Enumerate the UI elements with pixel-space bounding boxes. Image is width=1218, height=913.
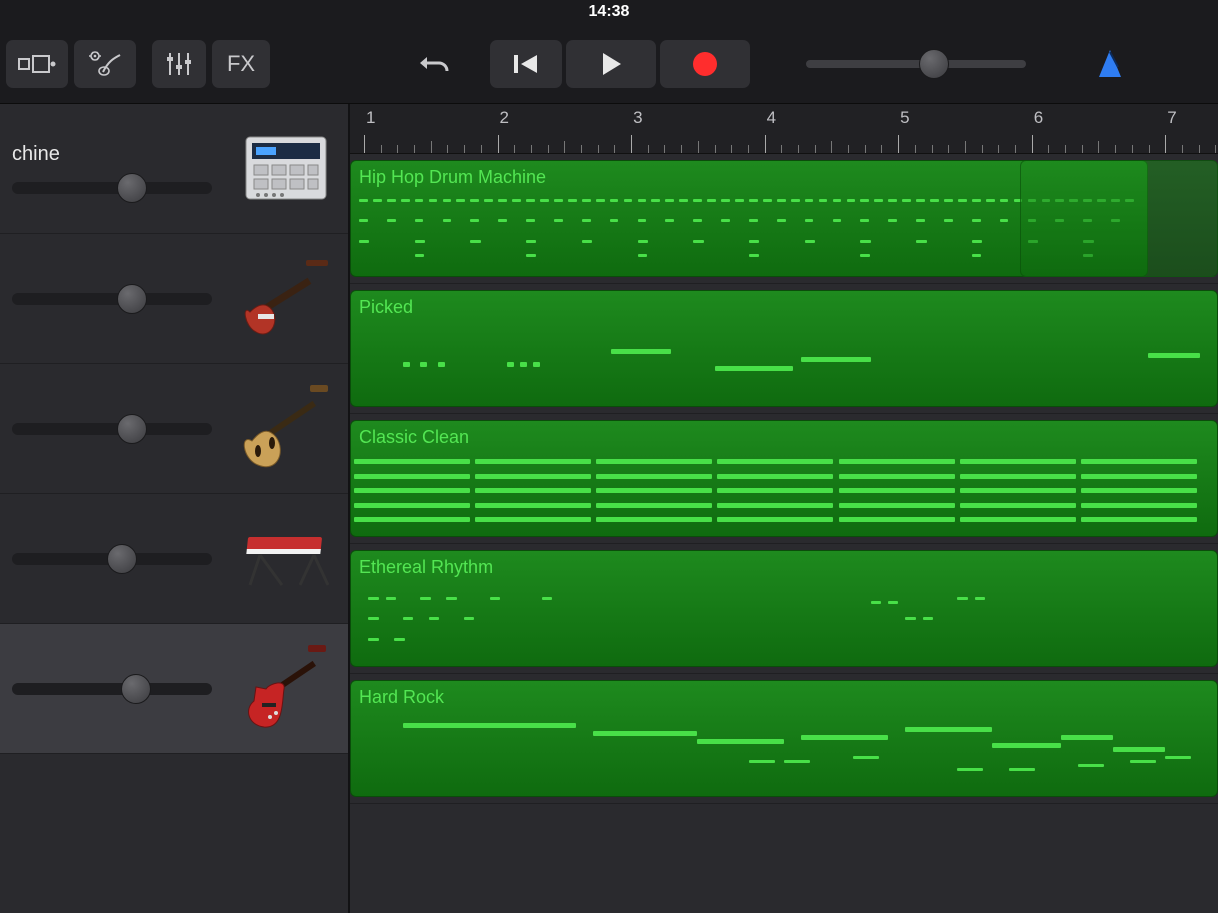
rewind-button[interactable] bbox=[490, 40, 562, 88]
fx-button[interactable]: FX bbox=[212, 40, 270, 88]
region-label: Hard Rock bbox=[359, 687, 1209, 708]
electric-guitar-icon bbox=[236, 639, 336, 739]
timeline-area[interactable]: 1234567 Hip Hop Drum Machine Picked Clas… bbox=[350, 104, 1218, 913]
track-volume-slider[interactable] bbox=[12, 182, 212, 194]
track-region-lane[interactable]: Hip Hop Drum Machine bbox=[350, 154, 1218, 284]
drum-machine-icon bbox=[236, 119, 336, 219]
record-button[interactable] bbox=[660, 40, 750, 88]
track-header-row[interactable] bbox=[0, 624, 348, 754]
track-volume-thumb[interactable] bbox=[117, 414, 147, 444]
track-name-label: chine bbox=[12, 143, 236, 166]
status-time: 14:38 bbox=[589, 3, 630, 20]
toolbar: FX bbox=[0, 24, 1218, 104]
midi-region[interactable]: Hard Rock bbox=[350, 680, 1218, 797]
metronome-button[interactable] bbox=[1082, 40, 1138, 88]
track-volume-thumb[interactable] bbox=[117, 284, 147, 314]
track-header-panel: chine bbox=[0, 104, 350, 913]
master-volume-thumb[interactable] bbox=[919, 49, 949, 79]
midi-region[interactable]: Classic Clean bbox=[350, 420, 1218, 537]
track-volume-thumb[interactable] bbox=[117, 173, 147, 203]
timeline-ruler[interactable]: 1234567 bbox=[350, 104, 1218, 154]
region-label: Ethereal Rhythm bbox=[359, 557, 1209, 578]
keyboard-icon bbox=[236, 509, 336, 609]
instrument-settings-button[interactable] bbox=[74, 40, 136, 88]
bass-guitar-icon bbox=[236, 249, 336, 349]
track-header-row[interactable]: chine bbox=[0, 104, 348, 234]
midi-region-section[interactable] bbox=[1020, 160, 1218, 277]
track-header-row[interactable] bbox=[0, 234, 348, 364]
track-region-lane[interactable]: Classic Clean bbox=[350, 414, 1218, 544]
track-volume-slider[interactable] bbox=[12, 553, 212, 565]
status-bar: 14:38 bbox=[0, 0, 1218, 24]
midi-region[interactable]: Ethereal Rhythm bbox=[350, 550, 1218, 667]
track-volume-slider[interactable] bbox=[12, 683, 212, 695]
mixer-button[interactable] bbox=[152, 40, 206, 88]
track-volume-thumb[interactable] bbox=[107, 544, 137, 574]
master-volume-slider[interactable] bbox=[806, 60, 1026, 68]
track-volume-thumb[interactable] bbox=[121, 674, 151, 704]
region-label: Classic Clean bbox=[359, 427, 1209, 448]
track-volume-slider[interactable] bbox=[12, 423, 212, 435]
undo-button[interactable] bbox=[402, 40, 466, 88]
track-volume-slider[interactable] bbox=[12, 293, 212, 305]
track-header-row[interactable] bbox=[0, 364, 348, 494]
play-button[interactable] bbox=[566, 40, 656, 88]
track-region-lane[interactable]: Hard Rock bbox=[350, 674, 1218, 804]
semi-hollow-guitar-icon bbox=[236, 379, 336, 479]
region-label: Picked bbox=[359, 297, 1209, 318]
track-region-lane[interactable]: Picked bbox=[350, 284, 1218, 414]
fx-label: FX bbox=[215, 51, 267, 77]
view-browser-button[interactable] bbox=[6, 40, 68, 88]
track-region-lane[interactable]: Ethereal Rhythm bbox=[350, 544, 1218, 674]
midi-region[interactable]: Picked bbox=[350, 290, 1218, 407]
track-header-row[interactable] bbox=[0, 494, 348, 624]
